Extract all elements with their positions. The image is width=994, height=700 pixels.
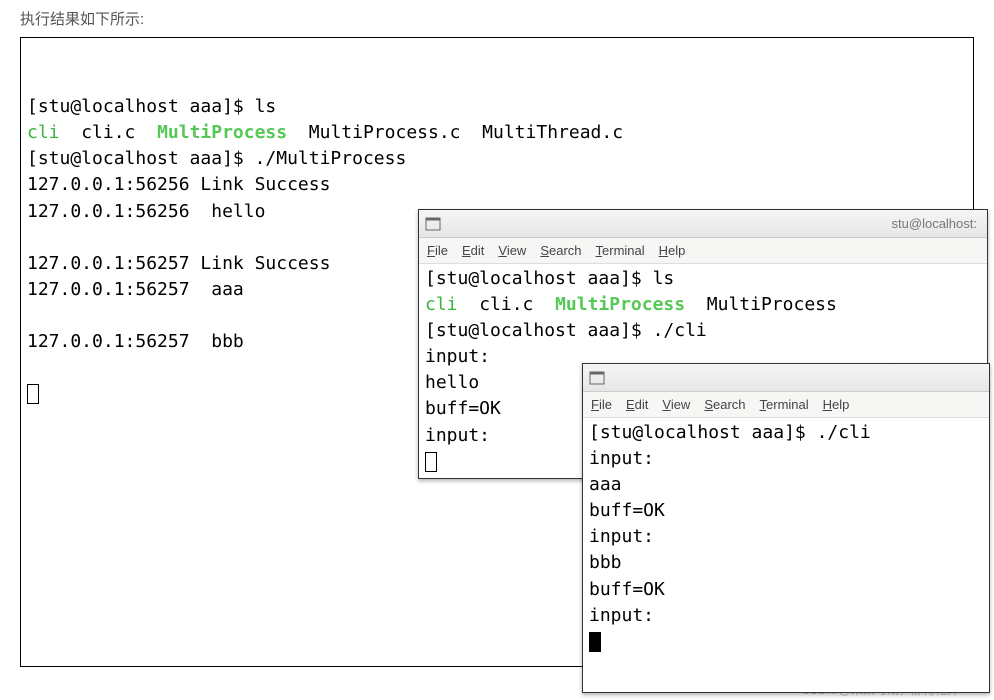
titlebar[interactable]: stu@localhost: <box>419 210 987 238</box>
prompt: [stu@localhost aaa]$ <box>589 422 817 443</box>
menu-file[interactable]: File <box>427 243 448 258</box>
output-line: input: <box>589 526 654 547</box>
ls-exe-cli: cli <box>27 122 60 143</box>
cursor <box>27 384 39 404</box>
output-line: buff=OK <box>425 398 501 419</box>
ls-exe-cli: cli <box>425 294 458 315</box>
caption: 执行结果如下所示: <box>0 0 994 37</box>
prompt: [stu@localhost aaa]$ <box>27 96 255 117</box>
ls-rest: MultiProcess <box>685 294 837 315</box>
output-line: buff=OK <box>589 500 665 521</box>
cmd: ./MultiProcess <box>255 148 407 169</box>
menubar: File Edit View Search Terminal Help <box>583 392 989 418</box>
cmd: ./cli <box>817 422 871 443</box>
output-line: 127.0.0.1:56256 hello <box>27 201 265 222</box>
output-line: 127.0.0.1:56257 Link Success <box>27 253 330 274</box>
terminal-icon <box>589 370 605 386</box>
prompt: [stu@localhost aaa]$ <box>27 148 255 169</box>
menu-search[interactable]: Search <box>540 243 581 258</box>
menu-view[interactable]: View <box>498 243 526 258</box>
ls-rest: MultiProcess.c MultiThread.c <box>287 122 623 143</box>
client2-output[interactable]: [stu@localhost aaa]$ ./cli input: aaa bu… <box>583 418 989 657</box>
output-line: input: <box>425 346 490 367</box>
cmd: ls <box>255 96 277 117</box>
menu-edit[interactable]: Edit <box>626 397 648 412</box>
titlebar[interactable] <box>583 364 989 392</box>
menu-edit[interactable]: Edit <box>462 243 484 258</box>
main-area: [stu@localhost aaa]$ ls cli cli.c MultiP… <box>20 37 974 667</box>
output-line: 127.0.0.1:56257 aaa <box>27 279 244 300</box>
ls-exe-multi: MultiProcess <box>157 122 287 143</box>
terminal-icon <box>425 216 441 232</box>
prompt: [stu@localhost aaa]$ <box>425 268 653 289</box>
menu-help[interactable]: Help <box>659 243 686 258</box>
ls-exe-multi: MultiProcess <box>555 294 685 315</box>
prompt: [stu@localhost aaa]$ <box>425 320 653 341</box>
menu-terminal[interactable]: Terminal <box>760 397 809 412</box>
output-line: input: <box>589 605 654 626</box>
menu-search[interactable]: Search <box>704 397 745 412</box>
ls-clic: cli.c <box>458 294 556 315</box>
window-title: stu@localhost: <box>447 216 981 231</box>
menu-file[interactable]: File <box>591 397 612 412</box>
cursor <box>589 632 601 652</box>
ls-clic: cli.c <box>60 122 158 143</box>
output-line: input: <box>425 425 490 446</box>
menu-terminal[interactable]: Terminal <box>596 243 645 258</box>
terminal-window-client2[interactable]: File Edit View Search Terminal Help [stu… <box>582 363 990 693</box>
output-line: hello <box>425 372 479 393</box>
output-line: bbb <box>589 552 622 573</box>
output-line: input: <box>589 448 654 469</box>
output-line: buff=OK <box>589 579 665 600</box>
cmd: ls <box>653 268 675 289</box>
output-line: aaa <box>589 474 622 495</box>
output-line: 127.0.0.1:56256 Link Success <box>27 174 330 195</box>
menu-help[interactable]: Help <box>823 397 850 412</box>
cmd: ./cli <box>653 320 707 341</box>
cursor <box>425 452 437 472</box>
menu-view[interactable]: View <box>662 397 690 412</box>
menubar: File Edit View Search Terminal Help <box>419 238 987 264</box>
output-line: 127.0.0.1:56257 bbb <box>27 331 244 352</box>
